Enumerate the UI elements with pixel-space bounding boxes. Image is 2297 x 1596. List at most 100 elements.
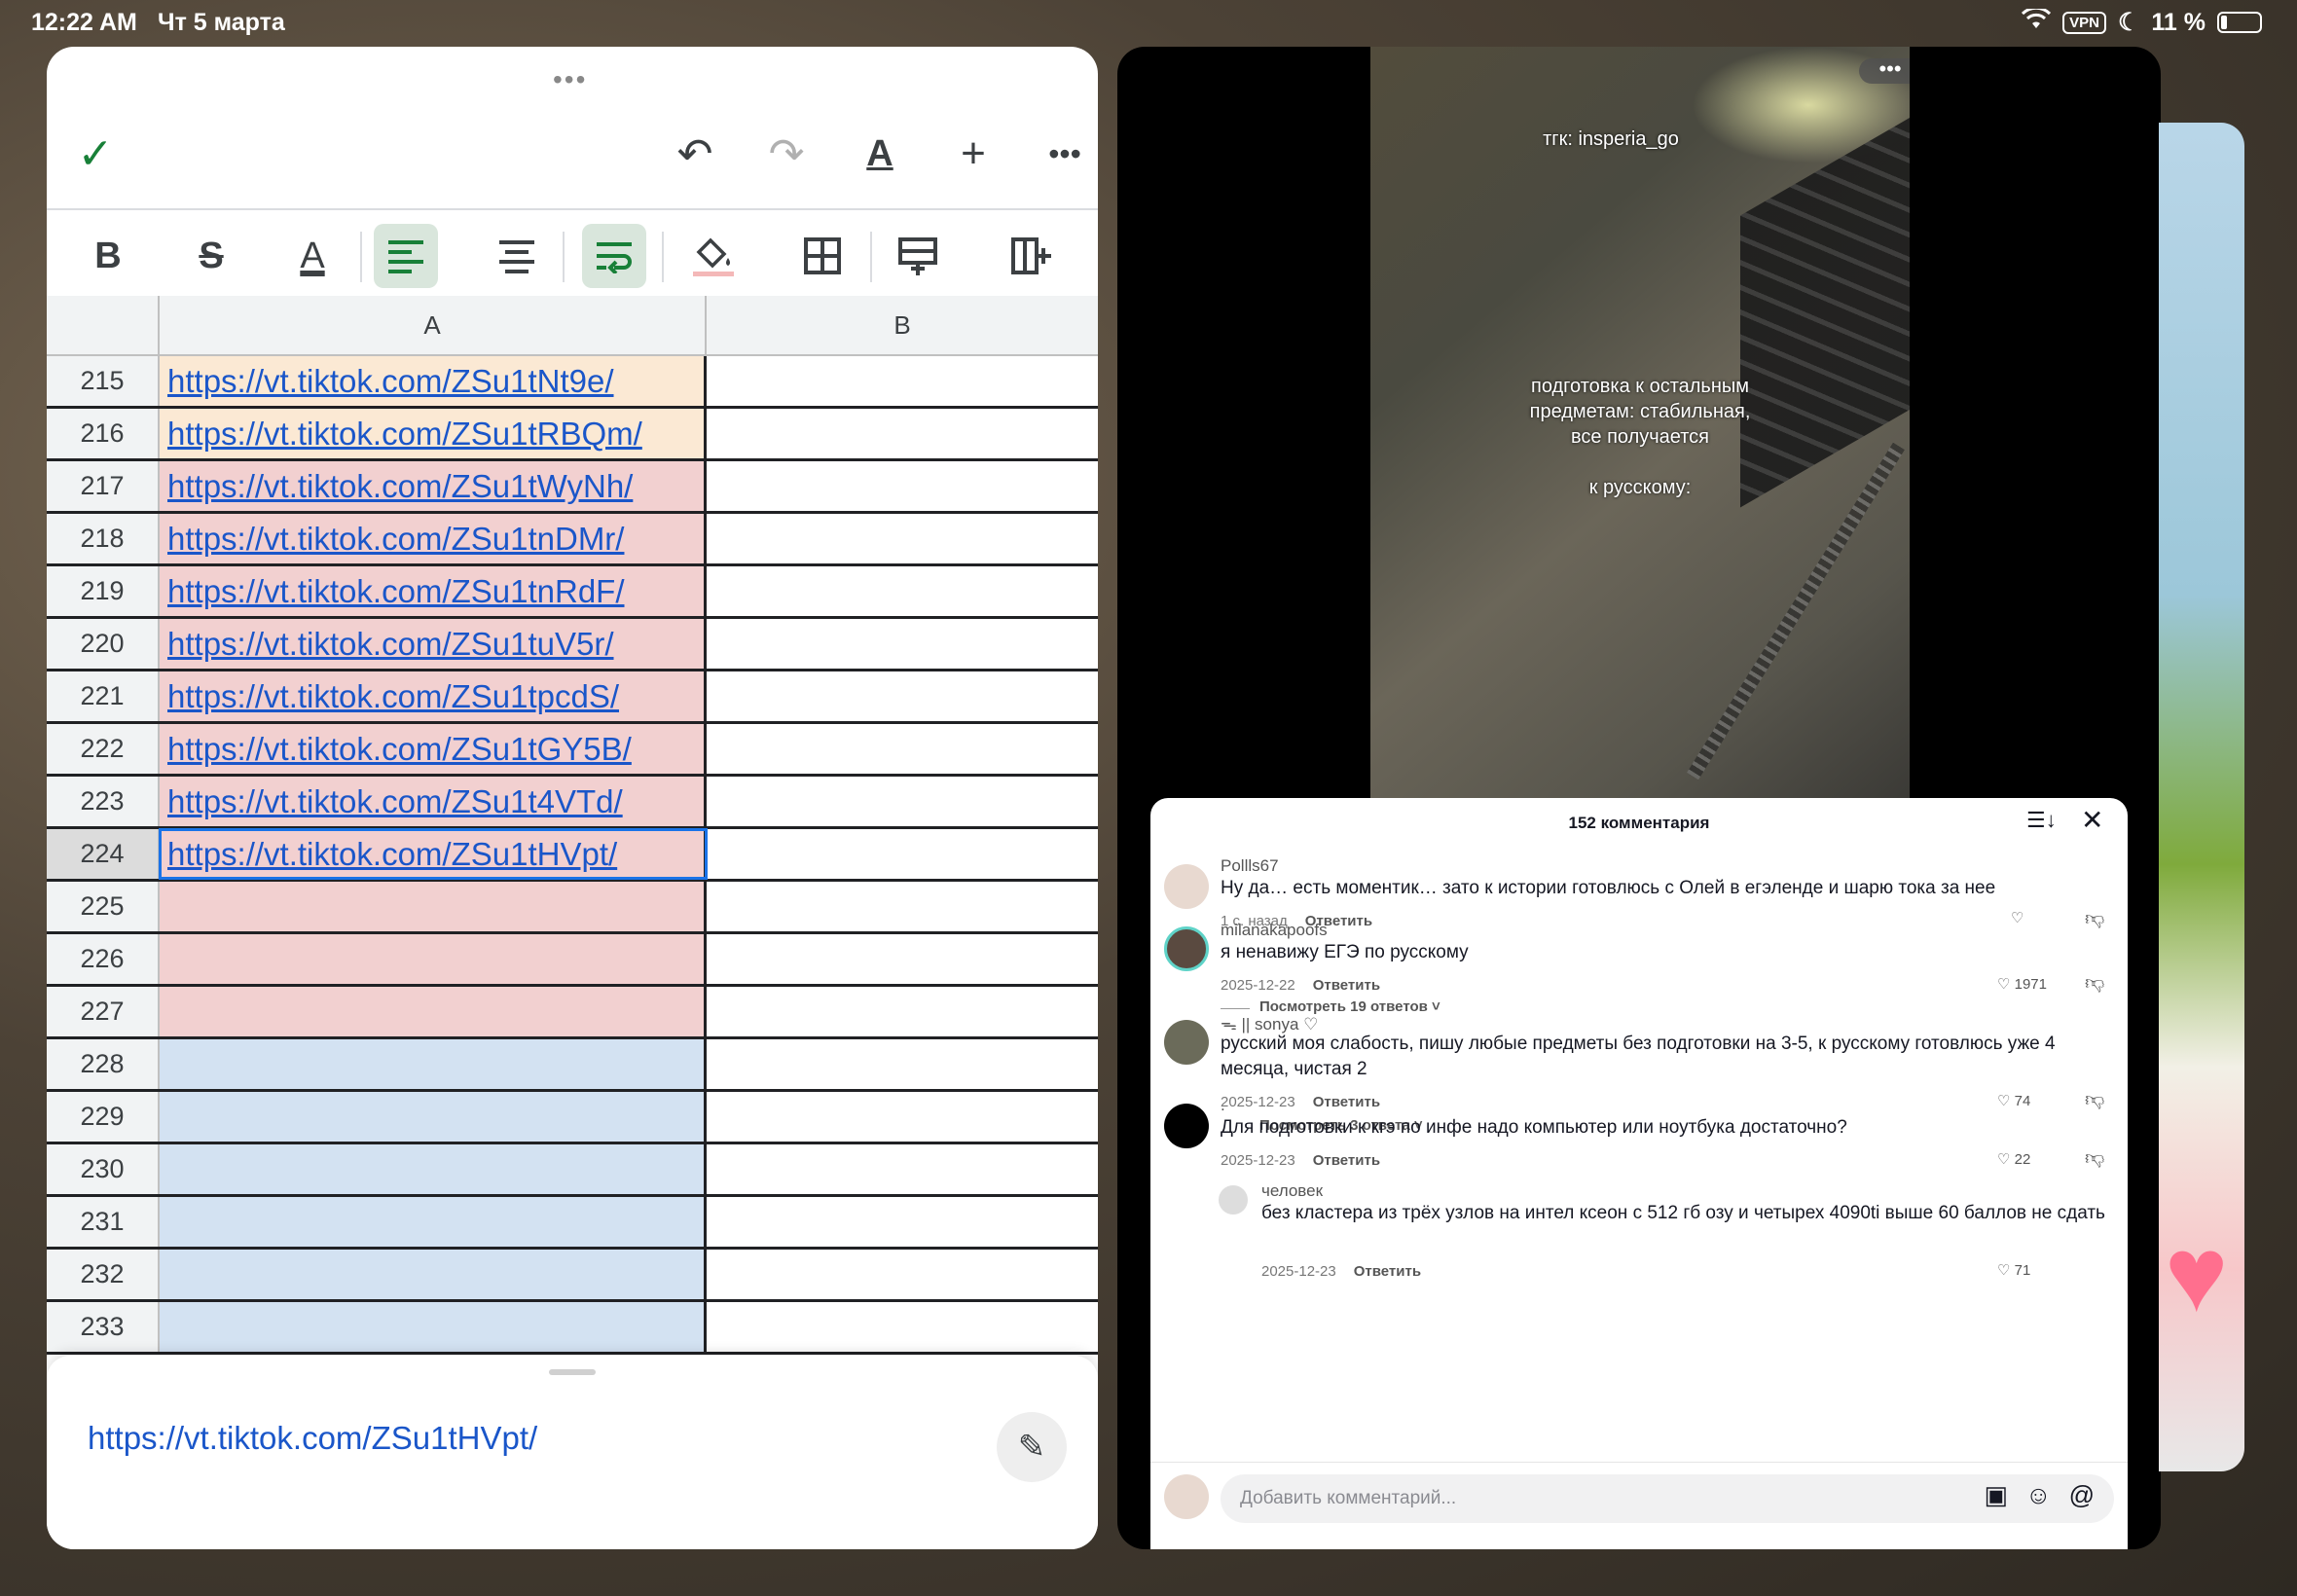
row-number[interactable]: 225 bbox=[47, 882, 160, 931]
cell-a[interactable]: https://vt.tiktok.com/ZSu1tnRdF/ bbox=[160, 566, 707, 616]
cell-b[interactable] bbox=[707, 724, 1098, 774]
cell-a[interactable] bbox=[160, 1250, 707, 1299]
cell-b[interactable] bbox=[707, 671, 1098, 721]
cell-a[interactable] bbox=[160, 1092, 707, 1142]
image-icon[interactable]: ▣ bbox=[1984, 1480, 2025, 1509]
select-all-corner[interactable] bbox=[47, 296, 160, 356]
comment-user[interactable]: Pollls67 bbox=[1221, 856, 1279, 876]
cell-b[interactable] bbox=[707, 1302, 1098, 1352]
cell-b[interactable] bbox=[707, 1250, 1098, 1299]
redo-icon[interactable]: ↷ bbox=[757, 125, 816, 183]
cell-b[interactable] bbox=[707, 514, 1098, 563]
cell-b[interactable] bbox=[707, 619, 1098, 669]
row-number[interactable]: 227 bbox=[47, 987, 160, 1036]
row-number[interactable]: 217 bbox=[47, 461, 160, 511]
row-number[interactable]: 221 bbox=[47, 671, 160, 721]
align-center-icon[interactable] bbox=[485, 224, 549, 288]
cell-a[interactable] bbox=[160, 987, 707, 1036]
row-number[interactable]: 230 bbox=[47, 1144, 160, 1194]
insert-row-icon[interactable] bbox=[886, 224, 950, 288]
like-count[interactable]: ♡ 71 bbox=[1997, 1261, 2030, 1279]
cell-b[interactable] bbox=[707, 882, 1098, 931]
reply-button[interactable]: Ответить bbox=[1313, 977, 1380, 994]
row-number[interactable]: 233 bbox=[47, 1302, 160, 1352]
window-grabber-icon[interactable]: ••• bbox=[1859, 58, 1910, 84]
avatar[interactable] bbox=[1164, 1020, 1209, 1065]
wrap-text-icon[interactable] bbox=[582, 224, 646, 288]
bold-icon[interactable]: B bbox=[76, 224, 140, 288]
row-number[interactable]: 231 bbox=[47, 1197, 160, 1247]
panel-handle[interactable] bbox=[549, 1369, 596, 1375]
cell-a[interactable]: https://vt.tiktok.com/ZSu1tnDMr/ bbox=[160, 514, 707, 563]
like-count[interactable]: ♡ 22 bbox=[1997, 1150, 2030, 1168]
row-number[interactable]: 228 bbox=[47, 1039, 160, 1089]
comment-user[interactable]: человек bbox=[1261, 1181, 1323, 1201]
borders-icon[interactable] bbox=[790, 224, 855, 288]
avatar[interactable] bbox=[1164, 864, 1209, 909]
strikethrough-icon[interactable]: S bbox=[179, 224, 243, 288]
video-player[interactable]: ••• тгк: insperia_go подготовка к осталь… bbox=[1370, 47, 1910, 798]
cell-b[interactable] bbox=[707, 829, 1098, 879]
like-count[interactable]: ♡ 1971 bbox=[1997, 975, 2047, 993]
align-left-icon[interactable] bbox=[374, 224, 438, 288]
cell-b[interactable] bbox=[707, 1039, 1098, 1089]
row-number[interactable]: 224 bbox=[47, 829, 160, 879]
row-number[interactable]: 229 bbox=[47, 1092, 160, 1142]
fill-color-icon[interactable] bbox=[681, 224, 746, 288]
avatar[interactable] bbox=[1164, 926, 1209, 971]
background-app-peek[interactable]: ♥ bbox=[2159, 123, 2244, 1471]
mention-icon[interactable]: @ bbox=[2069, 1480, 2112, 1509]
cell-a[interactable] bbox=[160, 1302, 707, 1352]
cell-b[interactable] bbox=[707, 777, 1098, 826]
cell-a[interactable]: https://vt.tiktok.com/ZSu1tHVpt/ bbox=[159, 828, 708, 880]
cell-b[interactable] bbox=[707, 566, 1098, 616]
cell-b[interactable] bbox=[707, 461, 1098, 511]
cell-b[interactable] bbox=[707, 987, 1098, 1036]
sort-icon[interactable]: ☰↓ bbox=[2026, 808, 2057, 833]
insert-column-icon[interactable] bbox=[999, 224, 1063, 288]
emoji-icon[interactable]: ☺ bbox=[2025, 1480, 2069, 1509]
add-icon[interactable]: + bbox=[944, 125, 1003, 183]
column-header-a[interactable]: A bbox=[160, 296, 707, 356]
cell-a[interactable]: https://vt.tiktok.com/ZSu1tGY5B/ bbox=[160, 724, 707, 774]
comment-user[interactable]: milanakapoofs bbox=[1221, 921, 1328, 940]
comment-input[interactable]: Добавить комментарий... bbox=[1221, 1474, 2114, 1523]
cell-a[interactable] bbox=[160, 882, 707, 931]
text-format-icon[interactable]: A bbox=[851, 125, 909, 183]
cell-b[interactable] bbox=[707, 934, 1098, 984]
like-count[interactable]: ♡ 74 bbox=[1997, 1092, 2030, 1109]
cell-a[interactable] bbox=[160, 1197, 707, 1247]
avatar[interactable] bbox=[1164, 1104, 1209, 1148]
done-check-icon[interactable]: ✓ bbox=[66, 125, 125, 183]
row-number[interactable]: 215 bbox=[47, 356, 160, 406]
close-icon[interactable]: ✕ bbox=[2081, 804, 2103, 836]
cell-b[interactable] bbox=[707, 356, 1098, 406]
reply-button[interactable]: Ответить bbox=[1313, 1152, 1380, 1169]
reply-button[interactable]: Ответить bbox=[1313, 1094, 1380, 1110]
cell-a[interactable] bbox=[160, 934, 707, 984]
row-number[interactable]: 218 bbox=[47, 514, 160, 563]
cell-a[interactable]: https://vt.tiktok.com/ZSu1t4VTd/ bbox=[160, 777, 707, 826]
column-header-b[interactable]: B bbox=[707, 296, 1098, 356]
cell-value-link[interactable]: https://vt.tiktok.com/ZSu1tHVpt/ bbox=[88, 1420, 537, 1457]
reply-button[interactable]: Ответить bbox=[1354, 1263, 1421, 1280]
row-number[interactable]: 226 bbox=[47, 934, 160, 984]
text-color-icon[interactable]: A bbox=[280, 224, 345, 288]
cell-a[interactable] bbox=[160, 1039, 707, 1089]
cell-a[interactable]: https://vt.tiktok.com/ZSu1tNt9e/ bbox=[160, 356, 707, 406]
undo-icon[interactable]: ↶ bbox=[666, 125, 724, 183]
dislike-icon[interactable]: 👎︎ bbox=[2085, 1146, 2104, 1170]
cell-b[interactable] bbox=[707, 1144, 1098, 1194]
row-number[interactable]: 223 bbox=[47, 777, 160, 826]
cell-a[interactable] bbox=[160, 1144, 707, 1194]
heart-icon[interactable]: ♡ bbox=[2011, 909, 2024, 926]
dislike-icon[interactable]: 👎︎ bbox=[2085, 1088, 2104, 1111]
window-grabber-icon[interactable]: ••• bbox=[553, 64, 587, 95]
cell-b[interactable] bbox=[707, 1092, 1098, 1142]
cell-a[interactable]: https://vt.tiktok.com/ZSu1tpcdS/ bbox=[160, 671, 707, 721]
cell-b[interactable] bbox=[707, 409, 1098, 458]
dislike-icon[interactable]: 👎︎ bbox=[2085, 971, 2104, 995]
cell-b[interactable] bbox=[707, 1197, 1098, 1247]
edit-pencil-icon[interactable]: ✎ bbox=[997, 1412, 1067, 1482]
row-number[interactable]: 216 bbox=[47, 409, 160, 458]
